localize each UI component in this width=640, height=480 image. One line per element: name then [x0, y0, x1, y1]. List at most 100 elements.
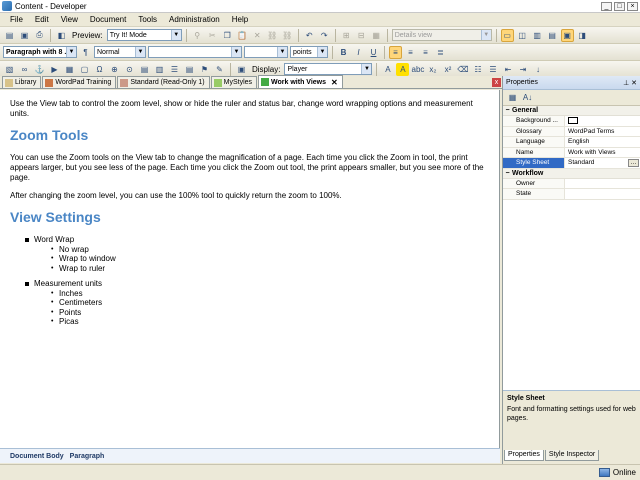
categorized-icon[interactable]: ▦ — [506, 91, 519, 104]
collapse-icon[interactable]: − — [503, 170, 512, 177]
insert-image-icon[interactable]: ▧ — [3, 63, 16, 76]
eraser-icon[interactable]: ⌫ — [456, 63, 469, 76]
property-value[interactable]: WordPad Terms — [565, 127, 640, 137]
italic-icon[interactable]: I — [352, 46, 365, 59]
subscript-icon[interactable]: x₂ — [426, 63, 439, 76]
menu-edit[interactable]: Edit — [29, 15, 55, 24]
layout-columns-icon[interactable]: ▥ — [531, 29, 544, 42]
category-workflow[interactable]: − Workflow — [503, 168, 640, 179]
view-mode-select[interactable]: Details view ▼ — [391, 29, 492, 41]
bullets-icon[interactable]: ☷ — [471, 63, 484, 76]
comment-icon[interactable]: ✎ — [213, 63, 226, 76]
property-row[interactable]: Name Work with Views — [503, 147, 640, 158]
property-row[interactable]: State — [503, 189, 640, 200]
find-icon[interactable]: ⚲ — [191, 29, 204, 42]
link-icon[interactable]: ⛓ — [266, 29, 279, 42]
layout-panes-icon[interactable]: ▤ — [546, 29, 559, 42]
copy-icon[interactable]: ❐ — [221, 29, 234, 42]
style-icon[interactable]: ¶ — [79, 46, 92, 59]
underline-icon[interactable]: U — [367, 46, 380, 59]
new-icon[interactable]: ▤ — [3, 29, 16, 42]
font-style-select[interactable]: Normal ▼ — [94, 46, 146, 58]
layout-split-icon[interactable]: ◫ — [516, 29, 529, 42]
tab-standard[interactable]: Standard (Read-Only 1) — [117, 76, 210, 88]
toc-icon[interactable]: ▤ — [183, 63, 196, 76]
sort-alpha-icon[interactable]: A↓ — [521, 91, 534, 104]
menu-administration[interactable]: Administration — [163, 15, 226, 24]
media-icon[interactable]: ▶ — [48, 63, 61, 76]
property-value[interactable] — [565, 179, 640, 189]
spellcheck-icon[interactable]: abc — [411, 63, 425, 76]
frame-icon[interactable]: ▢ — [78, 63, 91, 76]
variable-icon[interactable]: ⊙ — [123, 63, 136, 76]
paste-icon[interactable]: 📋 — [236, 29, 249, 42]
property-row[interactable]: Style Sheet Standard… — [503, 158, 640, 169]
tab-mystyles[interactable]: MyStyles — [210, 76, 258, 88]
tab-style-inspector[interactable]: Style Inspector — [544, 450, 600, 461]
tab-library[interactable]: Library — [2, 76, 42, 88]
browse-button[interactable]: … — [628, 159, 639, 167]
index-icon[interactable]: ☰ — [168, 63, 181, 76]
minimize-button[interactable]: _ — [601, 1, 612, 11]
table-icon[interactable]: ▦ — [63, 63, 76, 76]
layout-single-icon[interactable]: ▭ — [500, 28, 514, 42]
indent-icon[interactable]: ⇥ — [516, 63, 529, 76]
align-right-icon[interactable]: ≡ — [419, 46, 432, 59]
insert-col-icon[interactable]: ⊟ — [355, 29, 368, 42]
justify-icon[interactable]: ≣ — [434, 46, 447, 59]
close-tab-icon[interactable]: ✕ — [331, 78, 338, 87]
superscript-icon[interactable]: x² — [441, 63, 454, 76]
print-icon[interactable]: ⎙ — [33, 29, 46, 42]
property-value[interactable]: Standard… — [565, 158, 640, 168]
numbering-icon[interactable]: ☰ — [486, 63, 499, 76]
tab-work-with-views[interactable]: Work with Views ✕ — [258, 75, 343, 88]
document-editor[interactable]: Use the View tab to control the zoom lev… — [0, 90, 500, 448]
size-unit-select[interactable]: points ▼ — [290, 46, 328, 58]
preview-mode-select[interactable]: Try It! Mode ▼ — [106, 29, 182, 41]
menu-tools[interactable]: Tools — [132, 15, 163, 24]
font-size-select[interactable]: ▼ — [244, 46, 288, 58]
align-left-icon[interactable]: ≡ — [389, 45, 402, 59]
menu-view[interactable]: View — [55, 15, 84, 24]
highlight-icon[interactable]: A — [396, 62, 410, 76]
cut-icon[interactable]: ✂ — [206, 29, 219, 42]
snippet-icon[interactable]: ▤ — [138, 63, 151, 76]
save-icon[interactable]: ▣ — [18, 29, 31, 42]
display-select[interactable]: Player ▼ — [284, 63, 373, 75]
merge-icon[interactable]: ▦ — [370, 29, 383, 42]
tab-wordpad-training[interactable]: WordPad Training — [42, 76, 117, 88]
property-value[interactable] — [565, 189, 640, 199]
menu-file[interactable]: File — [4, 15, 29, 24]
tab-properties[interactable]: Properties — [504, 450, 544, 461]
property-row[interactable]: Owner — [503, 178, 640, 189]
path-document-body[interactable]: Document Body — [10, 453, 64, 460]
outdent-icon[interactable]: ⇤ — [501, 63, 514, 76]
hyperlink-icon[interactable]: ∞ — [18, 63, 31, 76]
collapse-icon[interactable]: − — [503, 107, 512, 114]
property-row[interactable]: Background ... — [503, 116, 640, 127]
close-icon[interactable]: x — [492, 78, 501, 87]
close-button[interactable]: × — [627, 1, 638, 11]
path-paragraph[interactable]: Paragraph — [70, 453, 105, 460]
field-icon[interactable]: ⊕ — [108, 63, 121, 76]
unlink-icon[interactable]: ⛓ — [281, 29, 294, 42]
menu-help[interactable]: Help — [226, 15, 254, 24]
align-center-icon[interactable]: ≡ — [404, 46, 417, 59]
panel-right-icon[interactable]: ◨ — [576, 29, 589, 42]
property-value[interactable]: English — [565, 137, 640, 147]
property-row[interactable]: Language English — [503, 137, 640, 148]
special-char-icon[interactable]: Ω — [93, 63, 106, 76]
move-down-icon[interactable]: ↓ — [531, 63, 544, 76]
property-value[interactable]: Work with Views — [565, 148, 640, 158]
close-icon[interactable]: ✕ — [631, 80, 637, 87]
font-color-icon[interactable]: A — [381, 63, 394, 76]
paragraph-style-select[interactable]: Paragraph with 8 ... ▼ — [3, 46, 77, 58]
bold-icon[interactable]: B — [337, 46, 350, 59]
redo-icon[interactable]: ↷ — [318, 29, 331, 42]
glossary-icon[interactable]: ▥ — [153, 63, 166, 76]
maximize-button[interactable]: □ — [614, 1, 625, 11]
undo-icon[interactable]: ↶ — [303, 29, 316, 42]
insert-row-icon[interactable]: ⊞ — [340, 29, 353, 42]
delete-icon[interactable]: ✕ — [251, 29, 264, 42]
pin-icon[interactable]: ⊥ — [623, 80, 629, 87]
